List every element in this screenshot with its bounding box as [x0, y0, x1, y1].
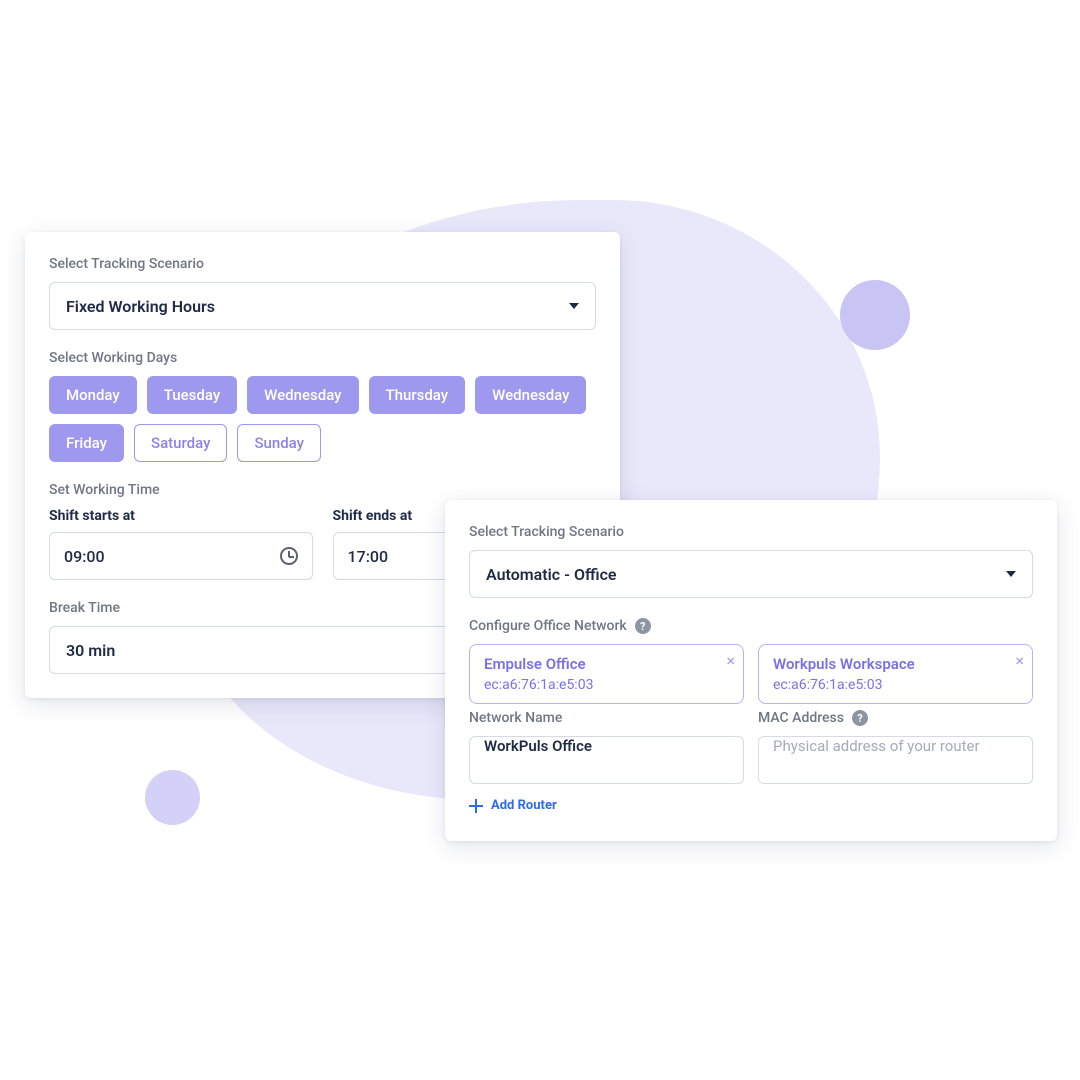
- day-chip-monday[interactable]: Monday: [49, 376, 137, 414]
- working-days-chips: MondayTuesdayWednesdayThursdayWednesdayF…: [49, 376, 596, 462]
- configure-network-text: Configure Office Network: [469, 618, 627, 634]
- tracking-scenario-label: Select Tracking Scenario: [469, 524, 1033, 540]
- day-chip-sunday[interactable]: Sunday: [237, 424, 321, 462]
- tracking-scenario-value: Fixed Working Hours: [66, 297, 215, 316]
- add-router-label: Add Router: [491, 798, 557, 813]
- help-icon[interactable]: ?: [852, 710, 868, 726]
- mac-address-label: MAC Address ?: [758, 710, 1033, 726]
- shift-start-value: 09:00: [64, 547, 105, 566]
- day-chip-thursday[interactable]: Thursday: [369, 376, 466, 414]
- network-mac: ec:a6:76:1a:e5:03: [484, 677, 729, 693]
- networks-list: ×Empulse Officeec:a6:76:1a:e5:03×Workpul…: [469, 644, 1033, 704]
- mac-address-text: MAC Address: [758, 710, 844, 726]
- working-days-label: Select Working Days: [49, 350, 596, 366]
- plus-icon: [469, 799, 483, 813]
- clock-icon: [280, 547, 298, 565]
- close-icon[interactable]: ×: [1015, 651, 1024, 670]
- day-chip-tuesday[interactable]: Tuesday: [147, 376, 237, 414]
- configure-network-label: Configure Office Network ?: [469, 618, 1033, 634]
- shift-end-value: 17:00: [348, 547, 389, 566]
- day-chip-wednesday[interactable]: Wednesday: [475, 376, 586, 414]
- tracking-scenario-select[interactable]: Automatic - Office: [469, 550, 1033, 598]
- day-chip-wednesday[interactable]: Wednesday: [247, 376, 358, 414]
- network-name: Empulse Office: [484, 655, 729, 673]
- network-mac: ec:a6:76:1a:e5:03: [773, 677, 1018, 693]
- tracking-scenario-select[interactable]: Fixed Working Hours: [49, 282, 596, 330]
- network-name-input[interactable]: WorkPuls Office: [469, 736, 744, 784]
- decorative-dot: [840, 280, 910, 350]
- break-time-value: 30 min: [66, 641, 115, 660]
- chevron-down-icon: [1006, 571, 1016, 577]
- day-chip-friday[interactable]: Friday: [49, 424, 124, 462]
- add-router-button[interactable]: Add Router: [469, 798, 557, 813]
- help-icon[interactable]: ?: [635, 618, 651, 634]
- working-time-label: Set Working Time: [49, 482, 596, 498]
- shift-start-label: Shift starts at: [49, 508, 313, 524]
- day-chip-saturday[interactable]: Saturday: [134, 424, 227, 462]
- mac-address-placeholder: Physical address of your router: [773, 737, 980, 755]
- mac-address-input[interactable]: Physical address of your router: [758, 736, 1033, 784]
- network-name: Workpuls Workspace: [773, 655, 1018, 673]
- close-icon[interactable]: ×: [726, 651, 735, 670]
- tracking-scenario-value: Automatic - Office: [486, 565, 617, 584]
- network-name-value: WorkPuls Office: [484, 737, 592, 755]
- decorative-dot: [145, 770, 200, 825]
- network-name-label: Network Name: [469, 710, 744, 726]
- automatic-office-card: Select Tracking Scenario Automatic - Off…: [445, 500, 1057, 841]
- network-box: ×Empulse Office ec:a6:76:1a:e5:03: [469, 644, 744, 704]
- chevron-down-icon: [569, 303, 579, 309]
- network-box: ×Workpuls Workspace ec:a6:76:1a:e5:03: [758, 644, 1033, 704]
- shift-start-input[interactable]: 09:00: [49, 532, 313, 580]
- tracking-scenario-label: Select Tracking Scenario: [49, 256, 596, 272]
